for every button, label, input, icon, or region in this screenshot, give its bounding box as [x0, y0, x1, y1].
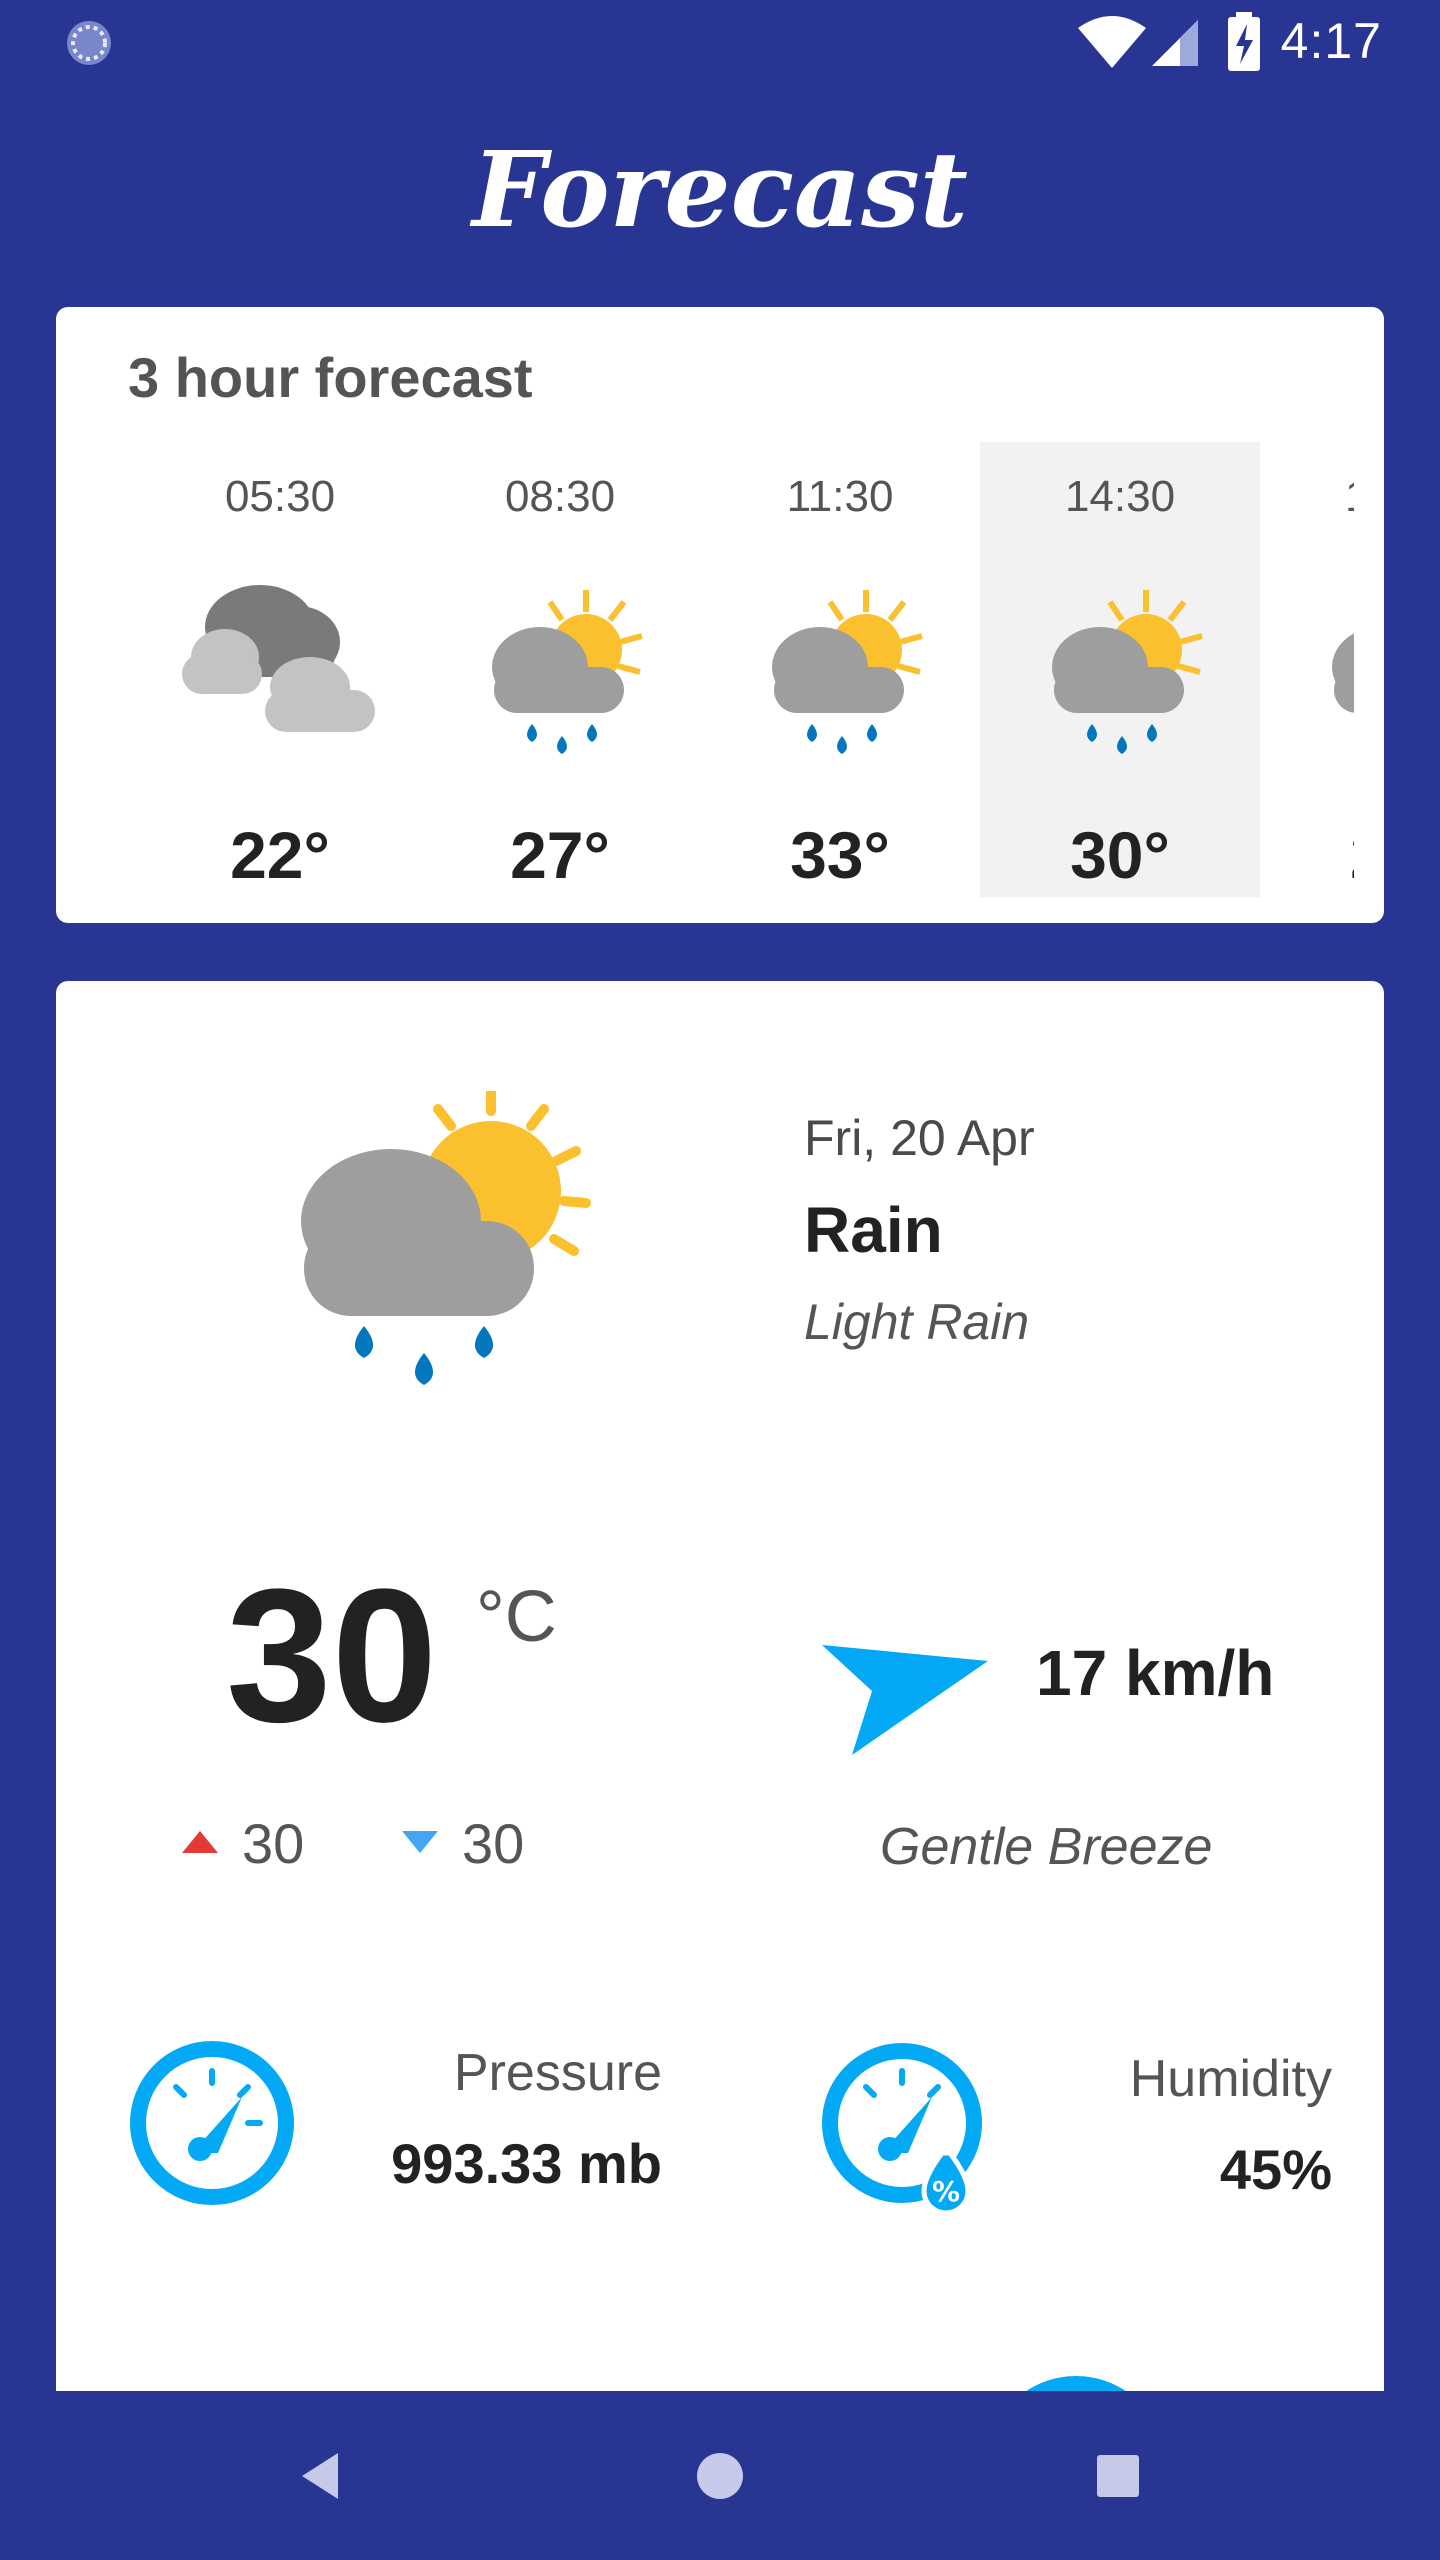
hourly-item-temp: 33° — [790, 818, 890, 892]
sun-cloud-rain-icon — [1052, 590, 1203, 754]
hourly-item-temp: 22° — [230, 818, 330, 892]
recents-icon — [1097, 2455, 1139, 2497]
current-condition: Rain — [804, 1194, 943, 1266]
hourly-item[interactable]: 11:30 33° — [700, 442, 980, 897]
hourly-item-time: 05:30 — [224, 472, 336, 521]
current-temperature: 30 — [226, 1550, 438, 1762]
hourly-item-temp: 27° — [510, 818, 610, 892]
pressure-value: 993.33 mb — [391, 2132, 662, 2195]
hourly-item-temp: 30° — [1070, 818, 1170, 892]
sun-cloud-rain-icon — [772, 590, 923, 754]
humidity-gauge-icon: % — [822, 2043, 982, 2216]
wind-description: Gentle Breeze — [880, 1818, 1213, 1876]
nav-recents-button[interactable] — [1076, 2434, 1160, 2518]
temp-min: 30 — [462, 1812, 525, 1875]
temp-max: 30 — [242, 1812, 305, 1875]
hourly-item-time: 08:30 — [504, 472, 616, 521]
wifi-icon — [1078, 16, 1146, 68]
barometer-icon — [130, 2041, 294, 2205]
system-navigation-bar — [0, 2392, 1440, 2560]
wind-direction-icon — [822, 1645, 988, 1755]
app-title: Forecast — [472, 128, 968, 251]
hourly-forecast-card: 3 hour forecast 05:30 22° 08:30 27° 11:3… — [56, 307, 1384, 923]
hourly-forecast-title: 3 hour forecast — [128, 346, 533, 409]
humidity-label: Humidity — [1129, 2050, 1332, 2108]
hourly-item-selected[interactable]: 14:30 30° — [980, 442, 1260, 897]
hourly-item[interactable]: 17:30 28° — [1260, 442, 1354, 897]
hourly-item-time: 11:30 — [786, 472, 894, 521]
floating-action-button[interactable] — [986, 2376, 1166, 2391]
sun-cloud-rain-icon — [492, 590, 643, 754]
humidity-value: 45% — [1219, 2138, 1332, 2201]
hourly-item-time: 14:30 — [1064, 472, 1176, 521]
temp-min-arrow-icon — [402, 1831, 438, 1853]
cloudy-icon — [182, 585, 375, 732]
hourly-item[interactable]: 05:30 22° — [140, 442, 420, 897]
temp-max-arrow-icon — [182, 1831, 218, 1853]
battery-charging-icon — [1228, 12, 1260, 71]
loading-indicator-icon — [67, 21, 111, 65]
svg-text:%: % — [932, 2175, 960, 2208]
hourly-item[interactable]: 08:30 27° — [420, 442, 700, 897]
sun-cloud-rain-icon — [301, 1091, 591, 1385]
status-time: 4:17 — [1280, 13, 1382, 69]
cell-signal-icon — [1152, 20, 1198, 66]
wind-speed: 17 km/h — [1036, 1637, 1275, 1709]
hourly-forecast-list[interactable]: 05:30 22° 08:30 27° 11:30 33° 14:30 30° — [56, 442, 1354, 897]
pressure-label: Pressure — [453, 2044, 662, 2102]
back-icon — [302, 2453, 338, 2499]
nav-back-button[interactable] — [278, 2434, 362, 2518]
temperature-unit: °C — [476, 1577, 557, 1657]
current-condition-description: Light Rain — [804, 1294, 1030, 1350]
sun-cloud-rain-icon — [1332, 633, 1354, 713]
hourly-item-temp: 28° — [1260, 817, 1354, 893]
home-icon — [697, 2453, 743, 2499]
nav-home-button[interactable] — [678, 2434, 762, 2518]
current-weather-card: Fri, 20 Apr Rain Light Rain 30 °C 30 30 … — [56, 981, 1384, 2391]
status-bar: 4:17 — [0, 0, 1440, 84]
current-date: Fri, 20 Apr — [804, 1110, 1035, 1166]
hourly-item-time: 17:30 — [1260, 472, 1354, 522]
